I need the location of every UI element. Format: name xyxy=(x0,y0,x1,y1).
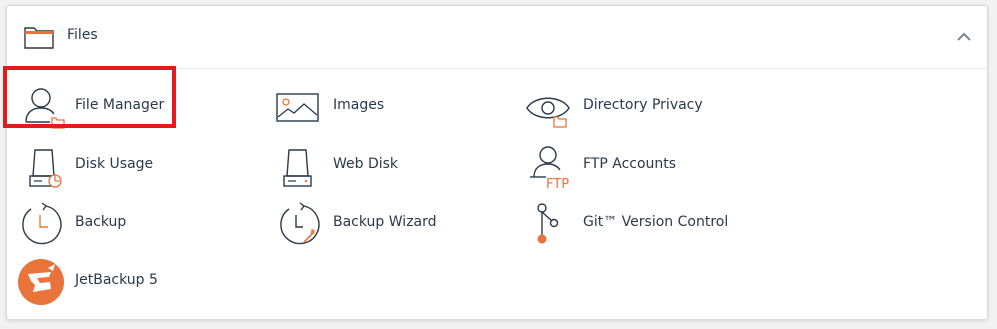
disk-usage-icon xyxy=(29,149,62,188)
directory-privacy-icon xyxy=(526,97,570,128)
item-label: Directory Privacy xyxy=(583,97,703,113)
item-label: Git™ Version Control xyxy=(583,214,729,230)
item-label: Images xyxy=(333,97,385,113)
jetbackup-icon xyxy=(18,259,64,305)
backup-icon xyxy=(22,202,62,245)
images-icon xyxy=(276,93,319,122)
chevron-up-icon[interactable] xyxy=(955,30,973,44)
files-panel: Files File Manager Images Directory Priv… xyxy=(6,5,988,320)
folder-icon xyxy=(24,27,54,49)
section-title: Files xyxy=(67,27,98,43)
backup-wizard-icon xyxy=(280,202,320,245)
item-label: File Manager xyxy=(75,97,165,113)
ftp-accounts-icon: FTP xyxy=(530,146,569,189)
item-label: JetBackup 5 xyxy=(75,272,158,288)
item-label: Backup xyxy=(75,214,127,230)
file-manager-icon xyxy=(25,88,65,129)
item-label: FTP Accounts xyxy=(583,156,677,172)
item-label: Disk Usage xyxy=(75,156,154,172)
web-disk-icon xyxy=(283,149,312,187)
panel-header[interactable]: Files xyxy=(7,6,987,69)
item-label: Web Disk xyxy=(333,156,399,172)
item-label: Backup Wizard xyxy=(333,214,437,230)
svg-text:FTP: FTP xyxy=(546,177,569,189)
git-icon xyxy=(537,203,559,244)
